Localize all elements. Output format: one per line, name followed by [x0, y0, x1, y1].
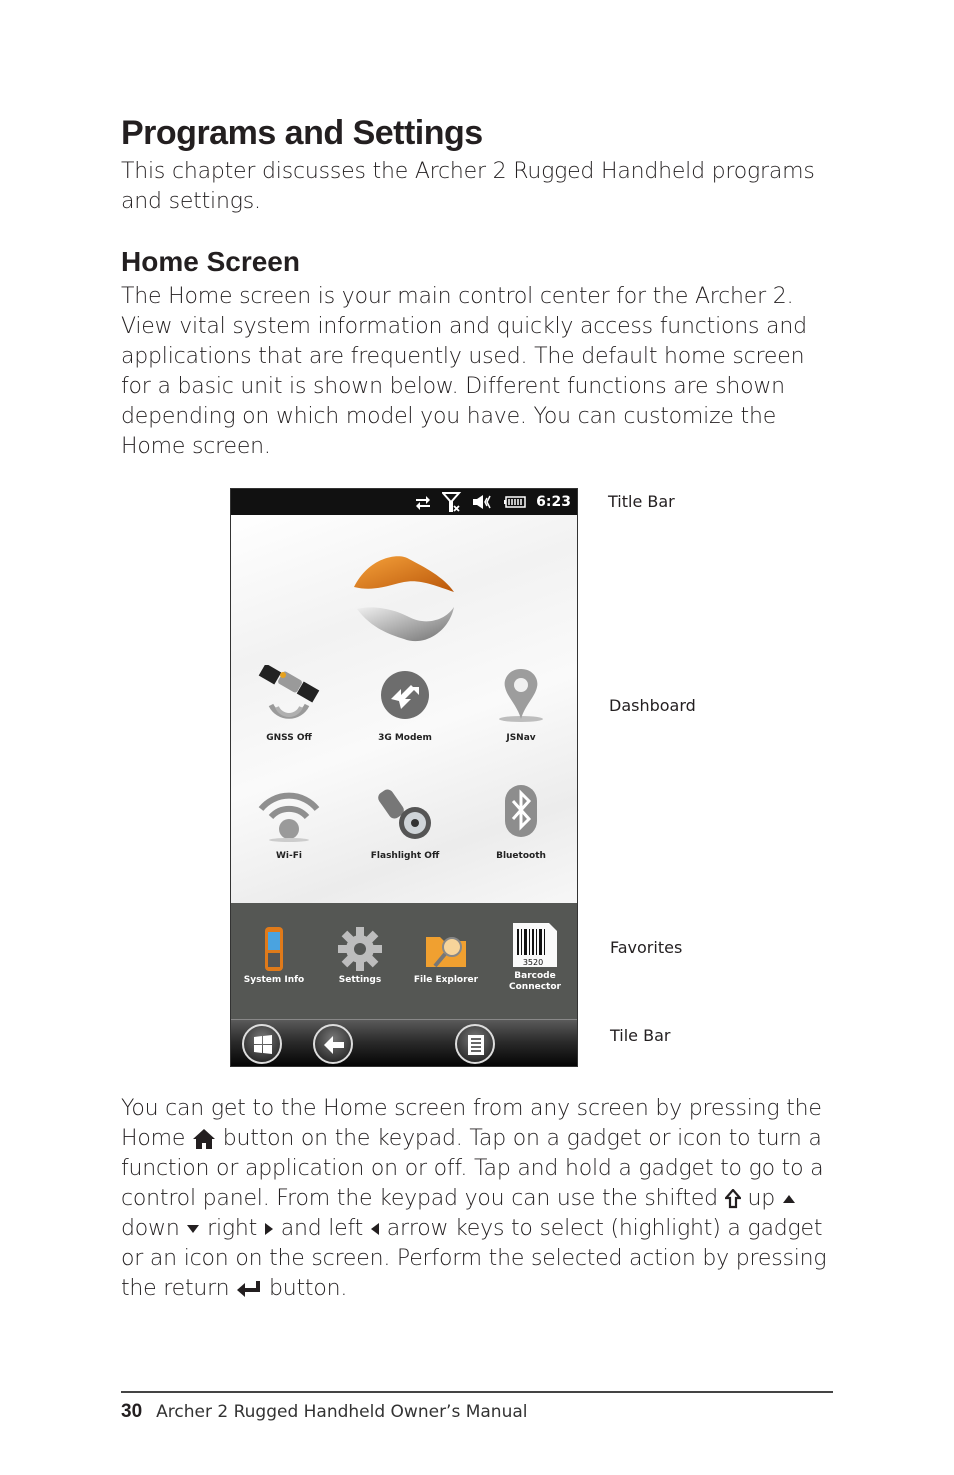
title-bar: 6:23	[231, 489, 577, 515]
battery-icon	[504, 496, 526, 508]
footer-title: Archer 2 Rugged Handheld Owner’s Manual	[156, 1402, 528, 1422]
section-title: Home Screen	[121, 246, 300, 277]
gear-icon	[338, 927, 382, 971]
favorite-barcode-connector[interactable]: 3520 Barcode Connector	[492, 921, 577, 993]
down-arrow-key-icon	[187, 1225, 200, 1233]
start-button[interactable]	[242, 1024, 282, 1064]
gadget-label: JSNav	[506, 733, 536, 743]
wifi-icon	[258, 792, 320, 842]
shift-key-icon	[724, 1189, 741, 1209]
app-logo	[354, 556, 454, 642]
favorites-bar: System Info Settings File Explorer 3520 …	[231, 903, 577, 1019]
gadget-wifi[interactable]: Wi-Fi	[239, 783, 339, 861]
windows-start-icon	[254, 1035, 272, 1054]
menu-button[interactable]	[455, 1024, 495, 1064]
page-number: 30	[121, 1401, 143, 1422]
gadget-bluetooth[interactable]: Bluetooth	[471, 783, 571, 861]
favorite-label-line2: Connector	[509, 982, 561, 992]
section-paragraph: The Home screen is your main control cen…	[121, 284, 807, 459]
instructions-text: up	[747, 1186, 776, 1211]
instructions-text: button.	[268, 1276, 348, 1301]
callout-favorites: Favorites	[610, 938, 683, 957]
gadget-label: Bluetooth	[496, 851, 546, 861]
bluetooth-icon	[505, 785, 537, 837]
barcode-icon: 3520	[513, 923, 557, 967]
flashlight-icon	[378, 789, 431, 839]
return-key-icon	[237, 1281, 261, 1297]
back-button[interactable]	[313, 1024, 353, 1064]
sync-icon	[416, 496, 431, 510]
left-arrow-key-icon	[370, 1223, 379, 1235]
favorite-file-explorer[interactable]: File Explorer	[403, 925, 489, 986]
folder-search-icon	[426, 937, 466, 968]
clock: 6:23	[536, 494, 571, 510]
favorite-label: System Info	[243, 975, 305, 985]
back-arrow-icon	[324, 1036, 344, 1054]
favorite-label: Barcode Connector	[492, 971, 577, 993]
instructions-paragraph: You can get to the Home screen from any …	[121, 1094, 836, 1304]
gadget-flashlight[interactable]: Flashlight Off	[355, 783, 455, 861]
gadget-label: 3G Modem	[378, 733, 432, 743]
no-signal-icon	[442, 492, 462, 512]
gadget-jsnav[interactable]: JSNav	[471, 665, 571, 743]
instructions-text: down	[121, 1216, 180, 1241]
home-screen-figure: 6:23 GNSS Off 3G Modem JSNav Wi-Fi Flash…	[230, 488, 578, 1067]
callout-title-bar: Title Bar	[608, 492, 675, 511]
gadget-label: GNSS Off	[266, 733, 312, 743]
gadget-3g-modem[interactable]: 3G Modem	[355, 665, 455, 743]
favorite-label: File Explorer	[413, 975, 479, 985]
menu-list-icon	[468, 1035, 484, 1055]
intro-paragraph: This chapter discusses the Archer 2 Rugg…	[121, 159, 815, 214]
barcode-number: 3520	[523, 958, 543, 967]
right-arrow-key-icon	[264, 1223, 273, 1235]
instructions-text: button on the keypad. Tap on a gadget or…	[121, 1126, 824, 1211]
gadget-label: Flashlight Off	[370, 851, 440, 861]
gadget-label: Wi-Fi	[276, 851, 302, 861]
callout-tile-bar: Tile Bar	[610, 1026, 671, 1045]
satellite-icon	[258, 665, 320, 719]
tile-bar	[231, 1019, 577, 1066]
handheld-device-icon	[265, 927, 283, 971]
favorite-settings[interactable]: Settings	[317, 925, 403, 986]
dashboard: GNSS Off 3G Modem JSNav Wi-Fi Flashlight…	[231, 515, 577, 903]
favorite-label-line1: Barcode	[514, 971, 556, 981]
instructions-text: right	[207, 1216, 258, 1241]
favorite-system-info[interactable]: System Info	[231, 925, 317, 986]
map-pin-icon	[499, 669, 543, 722]
page-title: Programs and Settings	[121, 114, 483, 152]
callout-dashboard: Dashboard	[609, 696, 696, 715]
favorite-label: Settings	[338, 975, 382, 985]
gadget-gnss[interactable]: GNSS Off	[239, 665, 339, 743]
page-footer: 30 Archer 2 Rugged Handheld Owner’s Manua…	[121, 1401, 528, 1423]
speaker-muted-icon	[473, 495, 491, 509]
home-key-icon	[192, 1129, 215, 1149]
modem-arrows-icon	[381, 671, 429, 719]
instructions-text: and left	[280, 1216, 364, 1241]
up-arrow-key-icon	[782, 1195, 795, 1203]
footer-divider	[121, 1391, 833, 1393]
